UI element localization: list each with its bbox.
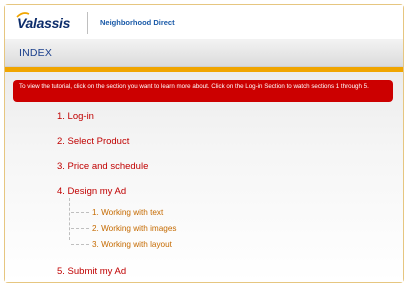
menu-item-design-ad[interactable]: 4. Design my Ad [57, 186, 126, 197]
header: Valassis Neighborhood Direct [5, 5, 403, 39]
submenu-tree-line [69, 198, 70, 240]
instruction-banner: To view the tutorial, click on the secti… [13, 80, 393, 102]
content-area: To view the tutorial, click on the secti… [5, 72, 403, 282]
tutorial-frame: Valassis Neighborhood Direct INDEX To vi… [4, 4, 404, 283]
menu-item-submit-ad[interactable]: 5. Submit my Ad [57, 266, 126, 277]
tree-branch [71, 244, 89, 246]
submenu-item-label: 1. Working with text [92, 208, 164, 217]
menu-item-select-product[interactable]: 2. Select Product [57, 136, 129, 147]
menu-item-login[interactable]: 1. Log-in [57, 111, 94, 122]
submenu-item-text[interactable]: 1. Working with text [71, 208, 163, 217]
valassis-logo: Valassis [17, 15, 71, 31]
submenu-item-layout[interactable]: 3. Working with layout [71, 240, 172, 249]
menu-item-price-schedule[interactable]: 3. Price and schedule [57, 161, 148, 172]
page-title: INDEX [19, 47, 53, 59]
submenu-item-images[interactable]: 2. Working with images [71, 224, 177, 233]
header-divider [87, 12, 88, 34]
index-band: INDEX [5, 39, 403, 67]
tree-branch [71, 212, 89, 214]
brand-name: Neighborhood Direct [100, 18, 175, 27]
submenu-item-label: 3. Working with layout [92, 240, 172, 249]
submenu-item-label: 2. Working with images [92, 224, 177, 233]
tree-branch [71, 228, 89, 230]
